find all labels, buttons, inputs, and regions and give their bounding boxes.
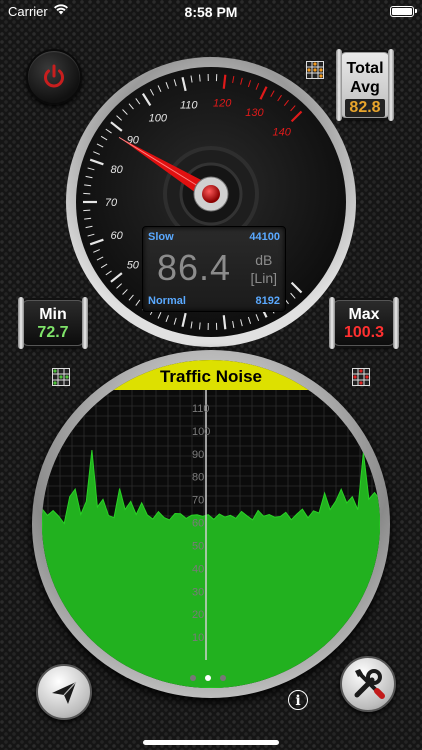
gauge-scale-label: 80 bbox=[110, 164, 123, 176]
scope-scale-label: 40 bbox=[192, 563, 204, 575]
scope-scale-label: 110 bbox=[192, 403, 210, 415]
scope-scale-label: 20 bbox=[192, 609, 204, 621]
max-badge[interactable]: Max 100.3 bbox=[329, 297, 399, 349]
gauge-scale-label: 120 bbox=[213, 98, 232, 110]
weighting-label[interactable]: [Lin] bbox=[251, 270, 277, 286]
scope-scale-label: 80 bbox=[192, 472, 204, 484]
gauge-minor-tick bbox=[199, 322, 201, 330]
tools-icon bbox=[354, 669, 385, 699]
min-title: Min bbox=[39, 306, 67, 323]
lcd-readout: Slow 44100 86.4 dB [Lin] Normal 8192 bbox=[142, 226, 286, 312]
db-unit: dB bbox=[255, 252, 273, 268]
max-value: 100.3 bbox=[343, 324, 385, 341]
min-value: 72.7 bbox=[37, 324, 69, 341]
status-bar: Carrier 8:58 PM bbox=[0, 0, 422, 24]
gauge-scale-label: 50 bbox=[127, 259, 140, 271]
spectrum-chart: 110 100 90 80 70 60 50 40 30 20 10 bbox=[42, 390, 380, 688]
total-avg-title-line2: Avg bbox=[350, 79, 380, 96]
paper-plane-icon bbox=[52, 681, 77, 704]
scope-scale-label: 100 bbox=[192, 426, 210, 438]
gauge-scale-label: 140 bbox=[273, 126, 292, 138]
scope-scale-label: 60 bbox=[192, 518, 204, 530]
scope-title: Traffic Noise bbox=[42, 360, 380, 390]
gauge-minor-tick bbox=[199, 74, 201, 82]
page-indicator[interactable] bbox=[190, 668, 235, 686]
settings-button[interactable] bbox=[340, 656, 396, 712]
total-avg-title-line1: Total bbox=[346, 60, 384, 77]
noise-spectrum-display[interactable]: 110 100 90 80 70 60 50 40 30 20 10 Traffic Noise bbox=[42, 360, 380, 688]
grid-orange-icon[interactable] bbox=[306, 61, 324, 79]
db-value: 86.4 bbox=[157, 247, 232, 288]
scope-scale-label: 70 bbox=[192, 495, 204, 507]
total-avg-badge[interactable]: Total Avg 82.8 bbox=[336, 49, 394, 121]
info-button[interactable]: i bbox=[288, 690, 308, 710]
mode-label[interactable]: Normal bbox=[148, 295, 186, 307]
max-title: Max bbox=[348, 306, 380, 323]
min-badge[interactable]: Min 72.7 bbox=[18, 297, 88, 349]
scope-scale-label: 10 bbox=[192, 632, 204, 644]
gauge-major-tick bbox=[222, 315, 227, 330]
gauge-scale-label: 60 bbox=[110, 230, 123, 242]
total-avg-value: 82.8 bbox=[345, 99, 385, 117]
page-dot-active[interactable] bbox=[205, 675, 211, 681]
sample-rate-label: 44100 bbox=[249, 231, 280, 243]
unit-label: dB [Lin] bbox=[251, 251, 277, 287]
clock: 8:58 PM bbox=[184, 4, 238, 20]
gauge-scale-label: 110 bbox=[180, 100, 198, 112]
page-dot[interactable] bbox=[220, 675, 226, 681]
home-indicator bbox=[143, 740, 279, 745]
scope-scale-label: 50 bbox=[192, 540, 204, 552]
page-dot[interactable] bbox=[190, 675, 196, 681]
gauge-scale-label: 130 bbox=[245, 107, 264, 119]
gauge-scale-label: 100 bbox=[149, 112, 168, 124]
scope-scale-label: 30 bbox=[192, 586, 204, 598]
response-label[interactable]: Slow bbox=[148, 231, 174, 243]
gauge-major-tick bbox=[222, 74, 227, 89]
fft-size-label: 8192 bbox=[255, 295, 280, 307]
share-button[interactable] bbox=[36, 664, 92, 720]
battery-icon bbox=[390, 6, 417, 17]
gauge-scale-label: 70 bbox=[105, 197, 118, 209]
scope-scale-label: 90 bbox=[192, 449, 204, 461]
power-icon bbox=[44, 64, 64, 88]
